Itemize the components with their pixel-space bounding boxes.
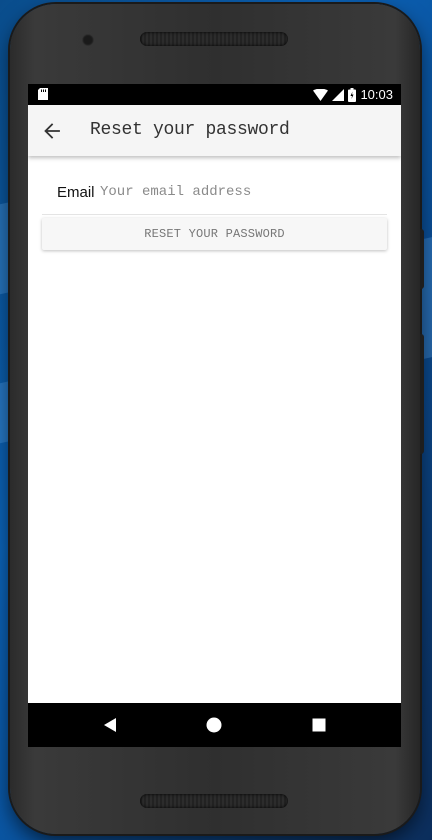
battery-icon <box>348 87 357 102</box>
back-triangle-icon[interactable] <box>100 715 120 735</box>
wifi-icon <box>313 88 329 101</box>
bottom-speaker-grille <box>140 794 288 808</box>
email-input[interactable] <box>98 178 382 206</box>
page-title: Reset your password <box>90 120 290 140</box>
phone-screen: 10:03 Reset your password Email RESET YO… <box>28 84 401 747</box>
power-button[interactable] <box>420 229 424 289</box>
recents-square-icon[interactable] <box>309 715 329 735</box>
volume-button[interactable] <box>420 334 424 454</box>
sd-card-icon <box>38 88 48 100</box>
status-bar: 10:03 <box>28 84 401 105</box>
reset-password-button[interactable]: RESET YOUR PASSWORD <box>42 218 387 250</box>
email-label: Email <box>57 184 95 201</box>
top-speaker-grille <box>140 32 288 46</box>
arrow-back-icon[interactable] <box>42 121 62 141</box>
status-time: 10:03 <box>360 87 393 102</box>
front-camera <box>82 34 94 46</box>
signal-icon <box>332 88 345 101</box>
navigation-bar <box>28 703 401 747</box>
reset-password-form: Email RESET YOUR PASSWORD <box>28 156 401 703</box>
status-icons: 10:03 <box>313 86 393 103</box>
home-circle-icon[interactable] <box>204 715 224 735</box>
email-field-row: Email <box>42 178 387 215</box>
app-bar: Reset your password <box>28 105 401 156</box>
